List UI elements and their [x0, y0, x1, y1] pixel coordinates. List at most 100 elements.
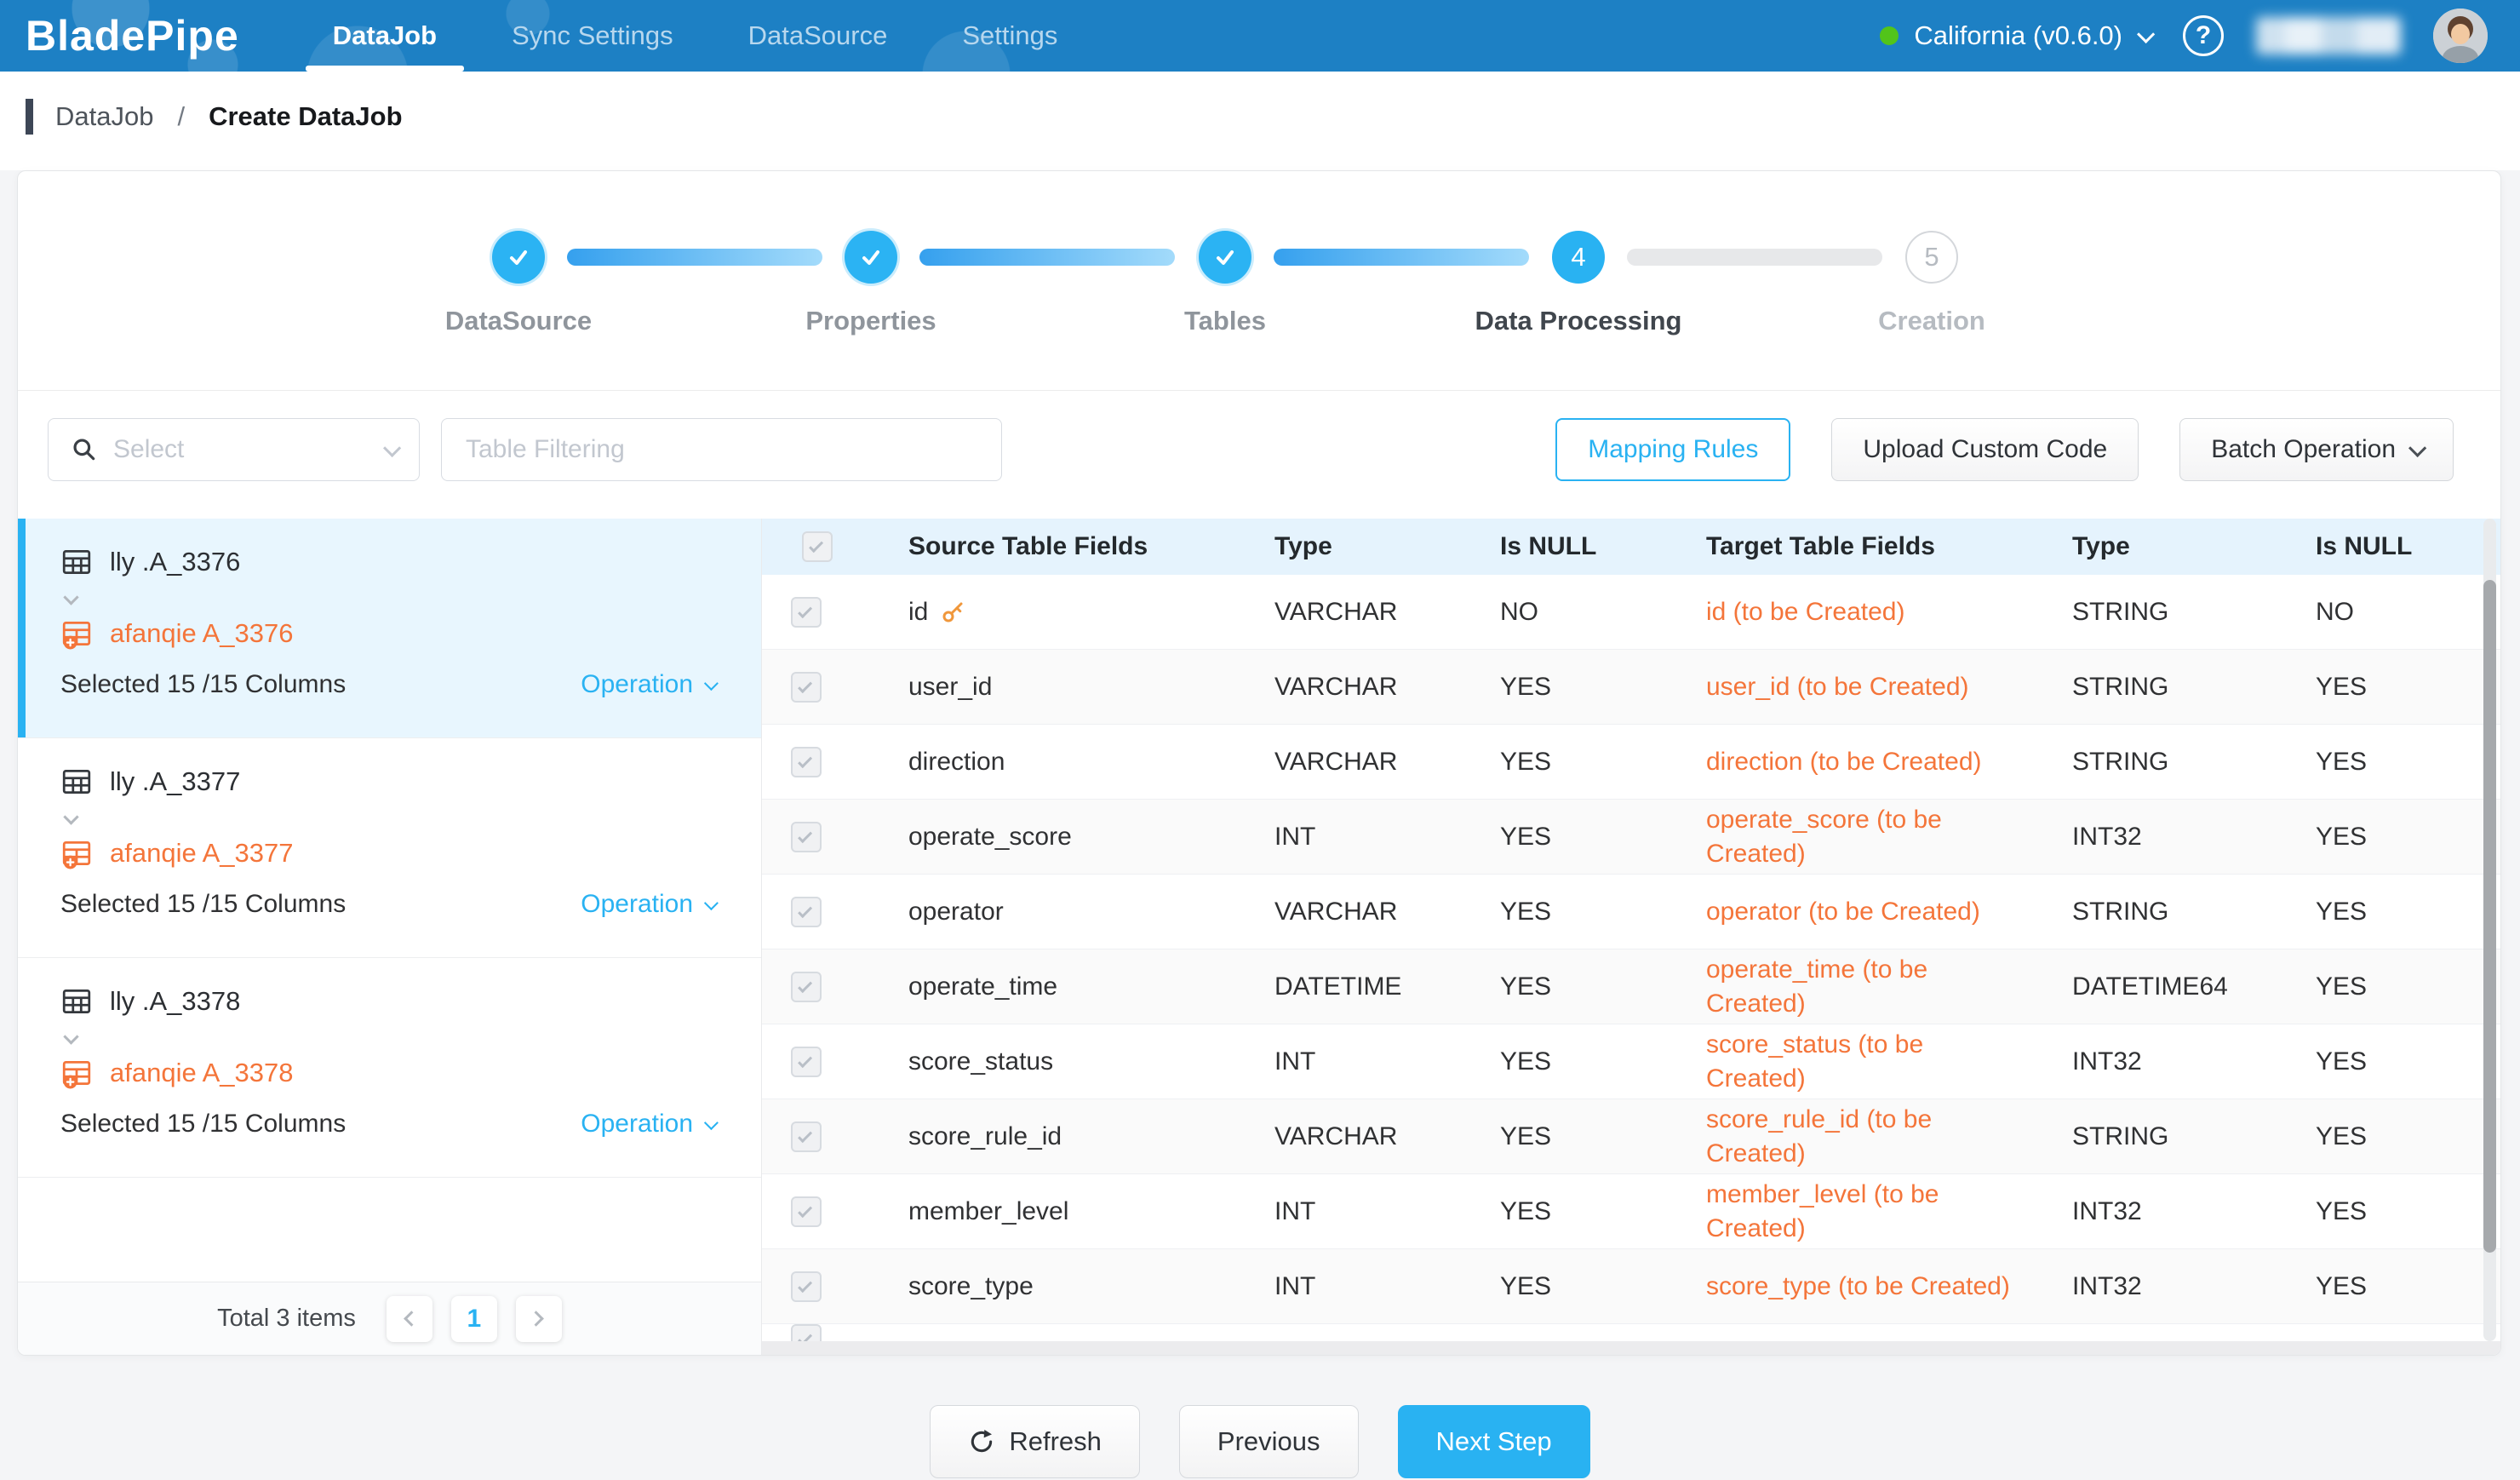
step-5-circle: 5 [1905, 231, 1958, 284]
selected-columns-count: Selected 15 /15 Columns [60, 890, 346, 919]
row-checkbox[interactable] [791, 1121, 822, 1152]
avatar[interactable] [2433, 9, 2488, 63]
source-type: VARCHAR [1239, 650, 1464, 724]
refresh-icon [968, 1428, 995, 1455]
chevron-right-icon [529, 1311, 544, 1326]
expand-arrow-icon[interactable] [66, 592, 761, 607]
chevron-down-icon [383, 439, 401, 456]
operation-dropdown[interactable]: Operation [581, 670, 715, 699]
primary-key-icon [940, 599, 965, 625]
step-connector [1274, 249, 1529, 266]
row-checkbox[interactable] [791, 672, 822, 703]
select-dropdown[interactable]: Select [48, 418, 420, 481]
source-table-name: lly .A_3377 [110, 766, 240, 797]
step-1-label: DataSource [374, 306, 663, 336]
username-redacted[interactable] [2256, 17, 2401, 54]
step-2-label: Properties [726, 306, 1016, 336]
step-4-circle: 4 [1552, 231, 1605, 284]
source-type: INT [1239, 1174, 1464, 1248]
target-type: INT32 [2036, 1174, 2280, 1248]
target-field: direction (to be Created) [1670, 725, 2036, 799]
row-checkbox[interactable] [791, 747, 822, 777]
target-field: user_id (to be Created) [1670, 650, 2036, 724]
selected-columns-count: Selected 15 /15 Columns [60, 1110, 346, 1139]
row-checkbox[interactable] [791, 897, 822, 927]
page-title: Create DataJob [209, 101, 402, 132]
expand-arrow-icon[interactable] [66, 812, 761, 827]
total-items-label: Total 3 items [217, 1305, 356, 1333]
target-table-name: afanqie A_3377 [110, 838, 294, 869]
prev-page-button[interactable] [387, 1296, 432, 1342]
target-table-add-icon [60, 837, 93, 869]
table-row: id VARCHAR NO id (to be Created) STRING … [762, 575, 2500, 650]
target-field: score_status (to be Created) [1670, 1024, 2036, 1099]
source-null: YES [1464, 800, 1670, 874]
source-null: YES [1464, 650, 1670, 724]
chevron-down-icon [2137, 25, 2155, 43]
operation-dropdown[interactable]: Operation [581, 890, 715, 919]
source-null: YES [1464, 1174, 1670, 1248]
batch-operation-button[interactable]: Batch Operation [2179, 418, 2454, 481]
next-page-button[interactable] [516, 1296, 562, 1342]
expand-arrow-icon[interactable] [66, 1031, 761, 1047]
source-field: member_level [873, 1174, 1239, 1248]
source-field: operate_score [873, 800, 1239, 874]
chevron-down-icon [704, 1116, 719, 1130]
mapping-rules-button[interactable]: Mapping Rules [1555, 418, 1790, 481]
table-list-item-1[interactable]: lly .A_3376 afanqie A_3376 [18, 519, 761, 738]
row-checkbox[interactable] [791, 1047, 822, 1077]
table-list-item-3[interactable]: lly .A_3378 afanqie A_3378 [18, 958, 761, 1178]
table-row: operator VARCHAR YES operator (to be Cre… [762, 875, 2500, 949]
table-list-item-2[interactable]: lly .A_3377 afanqie A_3377 [18, 738, 761, 958]
select-all-checkbox[interactable] [802, 531, 833, 562]
horizontal-scrollbar-track[interactable] [762, 1341, 2500, 1355]
check-icon [858, 244, 884, 270]
breadcrumb-datajob[interactable]: DataJob [55, 101, 153, 132]
source-null: YES [1464, 949, 1670, 1024]
target-table-name: afanqie A_3378 [110, 1058, 294, 1088]
target-null: YES [2280, 1099, 2500, 1173]
next-step-button[interactable]: Next Step [1398, 1405, 1590, 1478]
nav-tab-sync-settings[interactable]: Sync Settings [474, 0, 711, 72]
current-page-button[interactable]: 1 [451, 1296, 497, 1342]
table-row: member_level INT YES member_level (to be… [762, 1174, 2500, 1249]
help-icon[interactable]: ? [2183, 15, 2224, 56]
table-header-row: Source Table Fields Type Is NULL Target … [762, 519, 2500, 575]
step-5-label: Creation [1787, 306, 2076, 336]
nav-tab-datajob[interactable]: DataJob [295, 0, 474, 72]
target-field: operate_time (to be Created) [1670, 949, 2036, 1024]
list-pagination: Total 3 items 1 [18, 1282, 761, 1355]
previous-button[interactable]: Previous [1179, 1405, 1359, 1478]
refresh-button[interactable]: Refresh [930, 1405, 1140, 1478]
row-checkbox[interactable] [791, 1271, 822, 1302]
col-source-null: Is NULL [1464, 519, 1670, 575]
step-connector [1627, 249, 1882, 266]
target-type: INT32 [2036, 1249, 2280, 1323]
operation-dropdown[interactable]: Operation [581, 1110, 715, 1139]
table-row: user_id VARCHAR YES user_id (to be Creat… [762, 650, 2500, 725]
target-null: YES [2280, 875, 2500, 949]
target-field: score_type (to be Created) [1670, 1249, 2036, 1323]
nav-tab-datasource[interactable]: DataSource [711, 0, 925, 72]
source-null: YES [1464, 1024, 1670, 1099]
row-checkbox[interactable] [791, 822, 822, 852]
source-null: YES [1464, 875, 1670, 949]
table-row: score_rule_id VARCHAR YES score_rule_id … [762, 1099, 2500, 1174]
source-field: operator [873, 875, 1239, 949]
region-selector[interactable]: California (v0.6.0) [1880, 20, 2151, 51]
check-icon [506, 244, 531, 270]
row-checkbox[interactable] [791, 597, 822, 628]
target-table-add-icon [60, 617, 93, 650]
source-null: YES [1464, 1249, 1670, 1323]
field-mapping-table: Source Table Fields Type Is NULL Target … [762, 519, 2500, 1355]
step-connector [919, 249, 1175, 266]
upload-custom-code-button[interactable]: Upload Custom Code [1831, 418, 2139, 481]
target-null: YES [2280, 1249, 2500, 1323]
table-row: operate_time DATETIME YES operate_time (… [762, 949, 2500, 1024]
step-2-circle [845, 231, 897, 284]
row-checkbox[interactable] [791, 972, 822, 1002]
row-checkbox[interactable] [791, 1196, 822, 1227]
vertical-scrollbar-thumb[interactable] [2483, 580, 2496, 1253]
nav-tab-settings[interactable]: Settings [925, 0, 1095, 72]
table-filter-input[interactable] [441, 418, 1002, 481]
